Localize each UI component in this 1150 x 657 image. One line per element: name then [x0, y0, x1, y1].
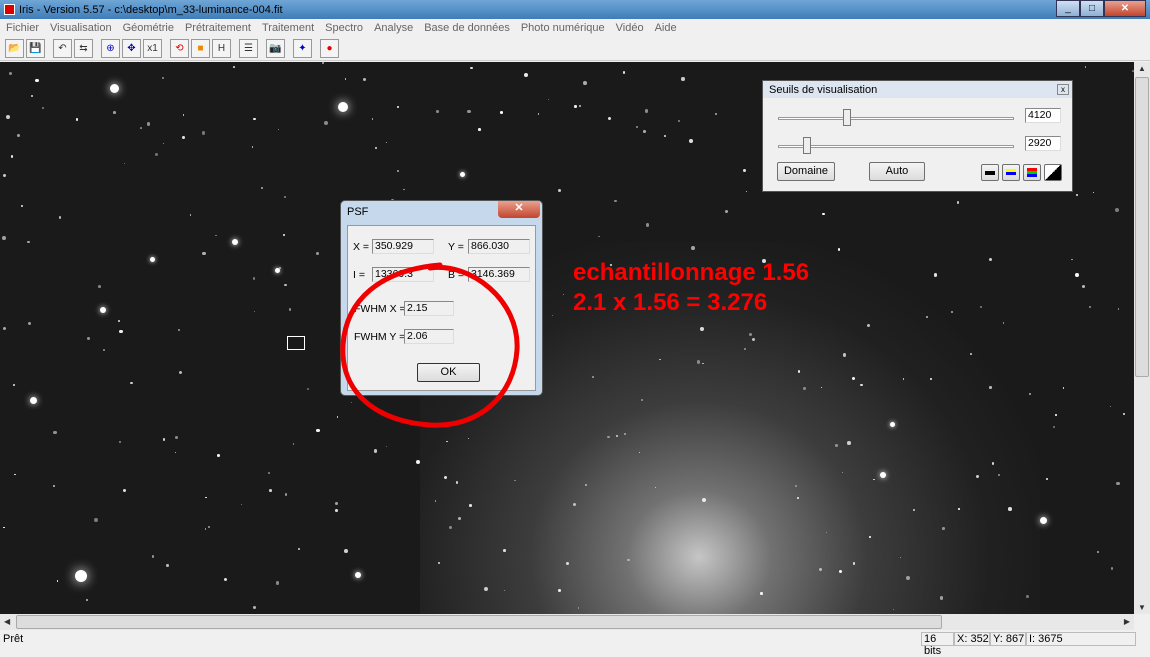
annotation-line-2: 2.1 x 1.56 = 3.276 — [573, 289, 768, 316]
annotation-line-1: echantillonnage 1.56 — [573, 259, 810, 286]
red-annotation-circle — [340, 262, 520, 428]
annotation-text: echantillonnage 1.56 2.1 x 1.56 = 3.276 — [573, 258, 809, 318]
